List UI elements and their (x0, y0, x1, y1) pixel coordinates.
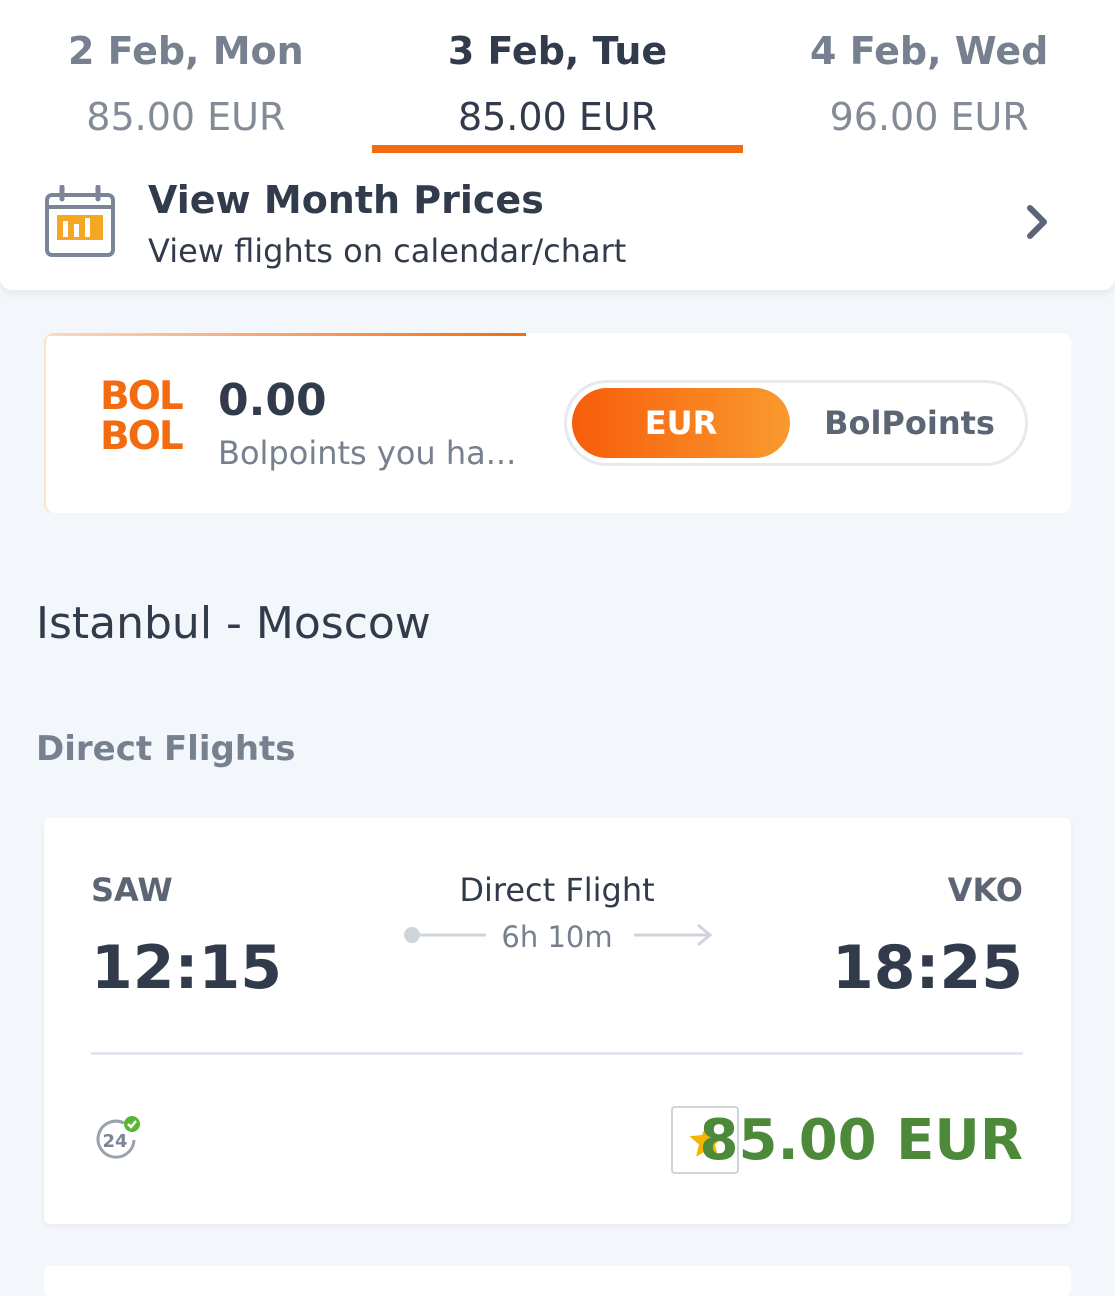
date-tab-selected[interactable]: 3 Feb, Tue 85.00 EUR (371, 0, 744, 155)
date-tab-date: 2 Feb, Mon (67, 29, 304, 73)
logo-line: BOL (100, 374, 184, 419)
route-title: Istanbul - Moscow (36, 598, 431, 649)
toggle-option-bolpoints[interactable]: BolPoints (797, 388, 1022, 458)
date-tab-price: 85.00 EUR (86, 95, 286, 139)
flight-price: 85.00 EUR (699, 1108, 1023, 1173)
24h-guarantee-icon: 24 (96, 1116, 140, 1159)
selected-tab-indicator (371, 145, 744, 153)
date-tab-price: 85.00 EUR (457, 95, 658, 139)
date-tab-prev[interactable]: 2 Feb, Mon 85.00 EUR (0, 0, 372, 155)
calendar-chart-icon (45, 185, 115, 257)
flight-type: Direct Flight (459, 871, 655, 909)
chevron-right-icon[interactable] (1022, 202, 1052, 242)
month-prices-subtitle: View flights on calendar/chart (148, 232, 627, 270)
flight-card[interactable]: SAW VKO 12:15 18:25 Direct Flight 6h 10m… (44, 818, 1071, 1224)
departure-time: 12:15 (91, 933, 282, 1003)
month-prices-title: View Month Prices (148, 178, 544, 222)
flight-duration: 6h 10m (501, 920, 613, 954)
bolpoints-value: 0.00 (218, 375, 327, 426)
date-tab-date: 3 Feb, Tue (447, 29, 668, 73)
arrival-airport-code: VKO (947, 871, 1023, 909)
date-tab-date: 4 Feb, Wed (810, 29, 1049, 73)
section-title: Direct Flights (36, 729, 296, 769)
date-tab-next[interactable]: 4 Feb, Wed 96.00 EUR (743, 0, 1115, 155)
card-accent-line (46, 333, 526, 336)
toggle-option-eur[interactable]: EUR (572, 388, 790, 458)
currency-toggle[interactable]: EUR BolPoints (564, 380, 1028, 466)
svg-text:24: 24 (102, 1131, 127, 1152)
divider (91, 1052, 1023, 1055)
departure-airport-code: SAW (91, 871, 173, 909)
arrival-time: 18:25 (832, 933, 1023, 1003)
date-tab-price: 96.00 EUR (829, 95, 1029, 139)
bolpoints-label: Bolpoints you ha... (218, 434, 517, 472)
bolbol-logo: BOL BOL (100, 377, 190, 467)
date-tabs: 2 Feb, Mon 85.00 EUR 3 Feb, Tue 85.00 EU… (0, 0, 1115, 155)
logo-line: BOL (100, 414, 184, 459)
bolpoints-card: BOL BOL 0.00 Bolpoints you ha... EUR Bol… (44, 333, 1071, 513)
next-flight-card[interactable] (44, 1266, 1071, 1296)
view-month-prices-button[interactable]: View Month Prices View flights on calend… (0, 155, 1115, 290)
